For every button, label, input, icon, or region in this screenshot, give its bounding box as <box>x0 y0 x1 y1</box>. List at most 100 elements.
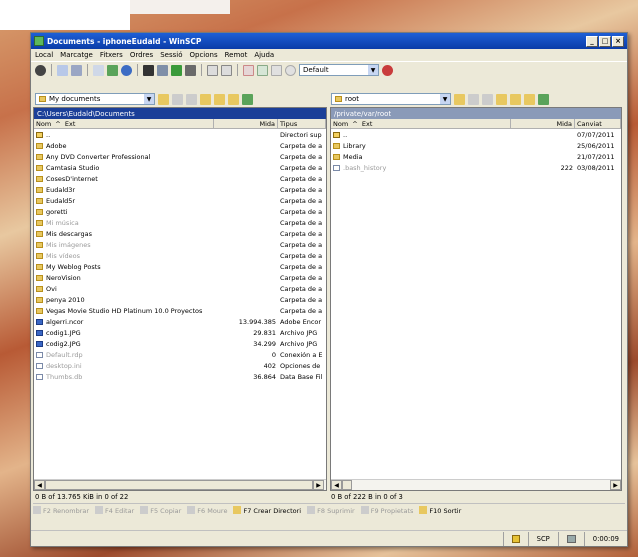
fkey-button-1[interactable]: F2 Renombrar <box>33 506 89 515</box>
list-item[interactable]: Mis imágenes Carpeta de a <box>34 239 326 250</box>
fkey-button-7[interactable]: F9 Propietats <box>360 506 413 515</box>
list-item[interactable]: Mis vídeos Carpeta de a <box>34 250 326 261</box>
list-item[interactable]: Mi música Carpeta de a <box>34 217 326 228</box>
home-dir-icon[interactable] <box>228 93 239 105</box>
menu-fitxers[interactable]: Fitxers <box>100 51 123 59</box>
fkey-button-3[interactable]: F5 Copiar <box>140 506 181 515</box>
maximize-button[interactable]: □ <box>599 35 611 47</box>
list-item[interactable]: Default.rdp 0 Conexión a E <box>34 349 326 360</box>
command-icon[interactable] <box>185 64 196 76</box>
list-item[interactable]: Any DVD Converter Professional Carpeta de… <box>34 151 326 162</box>
list-item[interactable]: .bash_history 222 03/08/2011 <box>331 162 621 173</box>
parent-folder-icon <box>333 131 340 138</box>
list-item[interactable]: Thumbs.db 36.864 Data Base Fil <box>34 371 326 382</box>
refresh-green-icon[interactable] <box>107 64 118 76</box>
minimize-button[interactable]: _ <box>586 35 598 47</box>
clear-select-icon[interactable] <box>271 64 282 76</box>
menu-remot[interactable]: Remot <box>225 51 248 59</box>
remote-pane[interactable]: /private/var/root Nom ^ Ext Mida Canviat… <box>330 107 622 491</box>
parent-dir-icon[interactable] <box>496 93 507 105</box>
menu-marcatge[interactable]: Marcatge <box>60 51 93 59</box>
back-icon[interactable] <box>468 93 479 105</box>
fkey-button-6[interactable]: F8 Suprimir <box>307 506 355 515</box>
menu-ordres[interactable]: Ordres <box>130 51 153 59</box>
right-location-dropdown[interactable]: root ▼ <box>331 93 451 105</box>
menu-ajuda[interactable]: Ajuda <box>254 51 274 59</box>
list-item[interactable]: codig1.JPG 29.831 Archivo JPG <box>34 327 326 338</box>
scroll-left-icon[interactable]: ◀ <box>331 480 342 490</box>
scroll-thumb[interactable] <box>45 480 313 490</box>
list-item[interactable]: goretti Carpeta de a <box>34 206 326 217</box>
list-item[interactable]: Library 25/06/2011 <box>331 140 621 151</box>
fkey-button-4[interactable]: F6 Moure <box>187 506 227 515</box>
col-size[interactable]: Mida <box>214 119 278 128</box>
keep-up-to-date-icon[interactable] <box>121 64 132 76</box>
filter-icon[interactable] <box>243 64 254 76</box>
list-item[interactable]: NeroVision Carpeta de a <box>34 272 326 283</box>
local-pane[interactable]: C:\Users\Eudald\Documents Nom ^ Ext Mida… <box>33 107 327 491</box>
list-item[interactable]: desktop.ini 402 Opciones de <box>34 360 326 371</box>
scroll-left-icon[interactable]: ◀ <box>34 480 45 490</box>
list-item[interactable]: CosesD'internet Carpeta de a <box>34 173 326 184</box>
session-icon[interactable] <box>157 64 168 76</box>
title-bar[interactable]: Documents - iphoneEudald - WinSCP _ □ × <box>31 33 627 49</box>
menu-opcions[interactable]: Opcions <box>189 51 217 59</box>
col-size[interactable]: Mida <box>511 119 575 128</box>
col-name[interactable]: Nom ^ Ext <box>331 119 511 128</box>
open-folder-icon[interactable] <box>158 93 169 105</box>
list-item[interactable]: algerri.ncor 13.994.385 Adobe Encor <box>34 316 326 327</box>
list-item[interactable]: penya 2010 Carpeta de a <box>34 294 326 305</box>
list-item[interactable]: .. Directori sup <box>34 129 326 140</box>
forward-icon[interactable] <box>482 93 493 105</box>
transfer-settings-dropdown[interactable]: Default ▼ <box>299 64 379 76</box>
transfer-options-icon[interactable] <box>382 64 393 76</box>
list-item[interactable]: .. 07/07/2011 <box>331 129 621 140</box>
col-name[interactable]: Nom ^ Ext <box>34 119 214 128</box>
local-hscrollbar[interactable]: ◀ ▶ <box>34 479 326 490</box>
scroll-thumb[interactable] <box>342 480 352 490</box>
back-icon[interactable] <box>172 93 183 105</box>
open-folder-icon[interactable] <box>454 93 465 105</box>
list-item[interactable]: My Weblog Posts Carpeta de a <box>34 261 326 272</box>
list-item[interactable]: Adobe Carpeta de a <box>34 140 326 151</box>
root-dir-icon[interactable] <box>214 93 225 105</box>
left-refresh-icon[interactable] <box>242 93 253 105</box>
preferences-gear-icon[interactable] <box>35 64 46 76</box>
find-files-icon[interactable] <box>93 64 104 76</box>
menu-sessio[interactable]: Sessió <box>160 51 182 59</box>
open-terminal-icon[interactable] <box>143 64 154 76</box>
list-item[interactable]: Eudald3r Carpeta de a <box>34 184 326 195</box>
queue-icon[interactable] <box>171 64 182 76</box>
synchronize-icon[interactable] <box>71 64 82 76</box>
scroll-right-icon[interactable]: ▶ <box>313 480 324 490</box>
select-plus-icon[interactable] <box>207 64 218 76</box>
home-dir-icon[interactable] <box>524 93 535 105</box>
remote-hscrollbar[interactable]: ◀ ▶ <box>331 479 621 490</box>
select-minus-icon[interactable] <box>221 64 232 76</box>
col-type[interactable]: Tipus <box>278 119 326 128</box>
compare-dirs-icon[interactable] <box>57 64 68 76</box>
close-button[interactable]: × <box>612 35 624 47</box>
list-item[interactable]: Eudald5r Carpeta de a <box>34 195 326 206</box>
list-item[interactable]: Mis descargas Carpeta de a <box>34 228 326 239</box>
list-item[interactable]: Media 21/07/2011 <box>331 151 621 162</box>
fkey-button-2[interactable]: F4 Editar <box>95 506 134 515</box>
left-location-dropdown[interactable]: My documents ▼ <box>35 93 155 105</box>
fkey-button-8[interactable]: F10 Sortir <box>419 506 461 515</box>
root-dir-icon[interactable] <box>510 93 521 105</box>
local-column-header: Nom ^ Ext Mida Tipus <box>34 119 326 129</box>
list-item[interactable]: Camtasia Studio Carpeta de a <box>34 162 326 173</box>
list-item[interactable]: codig2.JPG 34.299 Archivo JPG <box>34 338 326 349</box>
folder-icon <box>36 263 43 270</box>
scroll-right-icon[interactable]: ▶ <box>610 480 621 490</box>
reload-icon[interactable] <box>285 64 296 76</box>
list-item[interactable]: Vegas Movie Studio HD Platinum 10.0 Proy… <box>34 305 326 316</box>
fkey-button-5[interactable]: F7 Crear Directori <box>233 506 301 515</box>
parent-dir-icon[interactable] <box>200 93 211 105</box>
col-changed[interactable]: Canviat <box>575 119 621 128</box>
list-item[interactable]: Ovi Carpeta de a <box>34 283 326 294</box>
forward-icon[interactable] <box>186 93 197 105</box>
invert-select-icon[interactable] <box>257 64 268 76</box>
right-refresh-icon[interactable] <box>538 93 549 105</box>
menu-local[interactable]: Local <box>35 51 53 59</box>
